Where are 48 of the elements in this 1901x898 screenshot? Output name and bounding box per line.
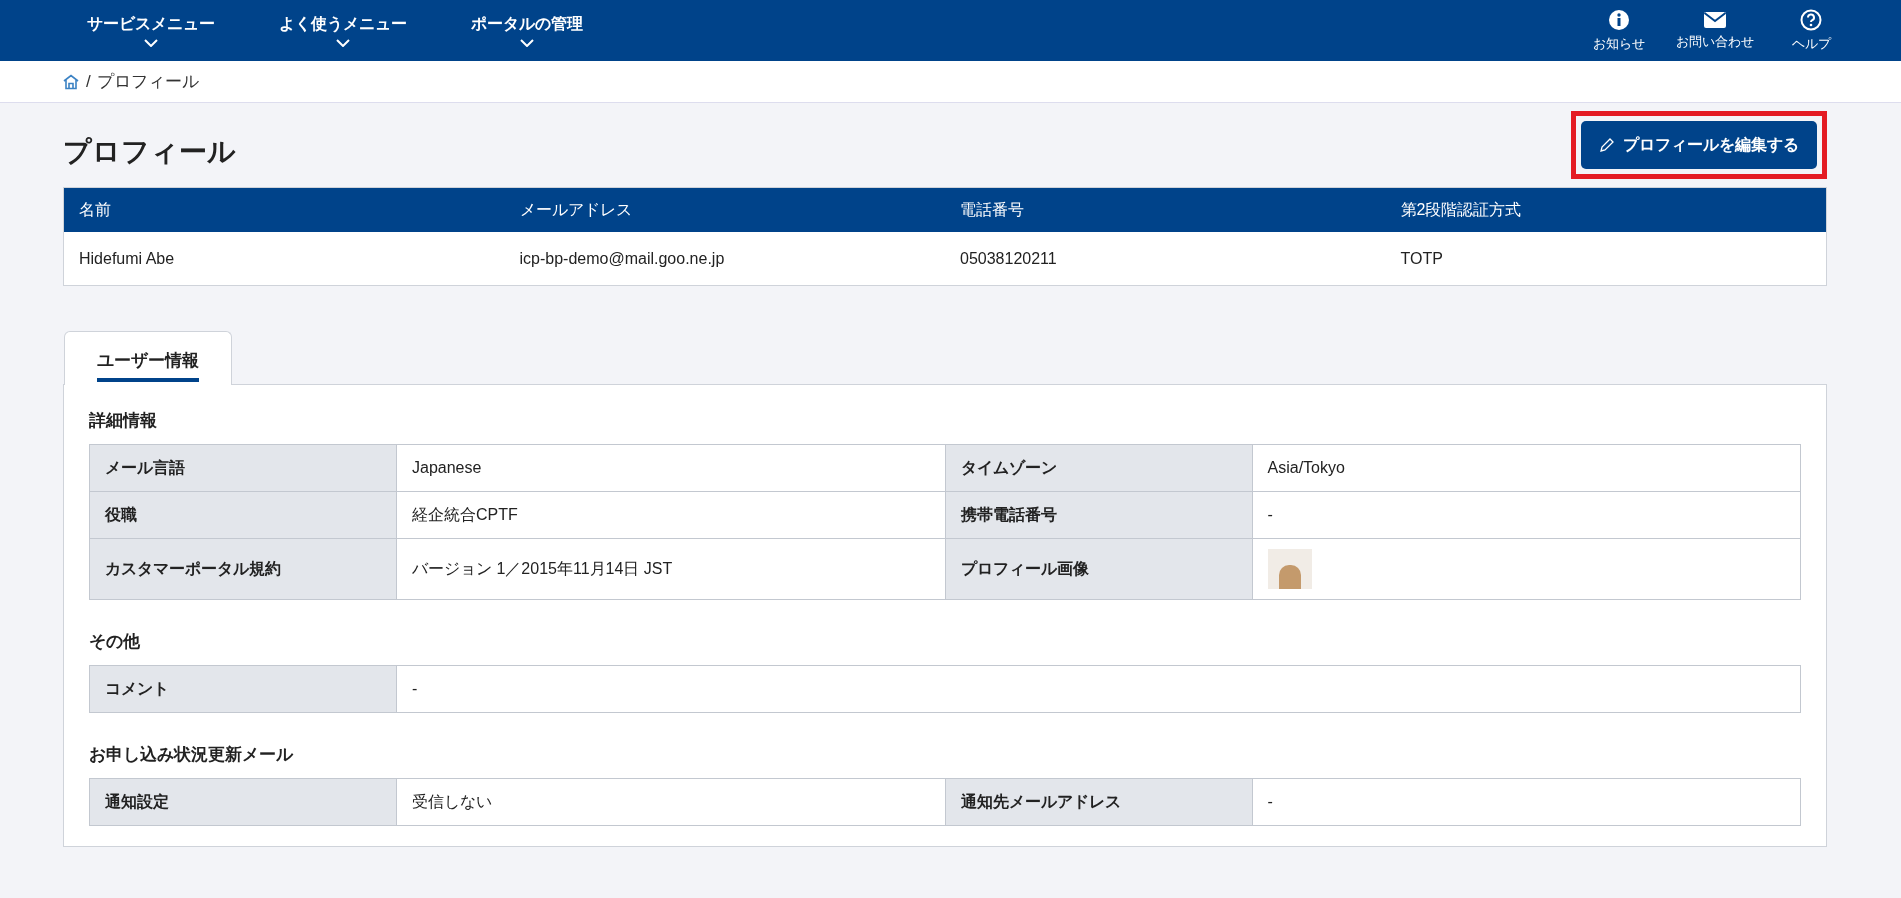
edit-profile-button[interactable]: プロフィールを編集する	[1581, 121, 1817, 169]
chevron-down-icon	[336, 39, 350, 47]
breadcrumb-current: プロフィール	[96, 71, 199, 93]
chevron-down-icon	[144, 39, 158, 47]
section-title: その他	[89, 631, 141, 653]
pencil-icon	[1599, 137, 1615, 153]
nav-utility-button[interactable]: お知らせ	[1584, 0, 1654, 61]
field-label: 携帯電話番号	[945, 491, 1252, 539]
tab[interactable]: ユーザー情報	[64, 331, 232, 385]
page-title: プロフィール	[63, 135, 236, 169]
field-label: カスタマーポータル規約	[89, 538, 397, 600]
field-label: 通知先メールアドレス	[945, 778, 1252, 826]
envelope-icon	[1703, 10, 1727, 29]
field-value: バージョン 1／2015年11月14日 JST	[396, 538, 945, 600]
table-cell-text: icp-bp-demo@mail.goo.ne.jp	[518, 249, 726, 268]
field-label: 通知設定	[89, 778, 397, 826]
section-title: 詳細情報	[89, 410, 158, 432]
nav-utility-button[interactable]: お問い合わせ	[1670, 0, 1760, 61]
photo-placeholder	[1267, 549, 1312, 589]
table-cell-text: TOTP	[1399, 249, 1444, 268]
column-header: 名前	[78, 199, 112, 220]
column-header: 第2段階認証方式	[1399, 199, 1523, 220]
nav-menu[interactable]: サービスメニュー	[75, 0, 227, 61]
field-label: コメント	[89, 665, 397, 713]
section-title: お申し込み状況更新メール	[89, 744, 295, 766]
field-value: -	[1252, 491, 1801, 539]
info-icon	[1608, 8, 1630, 31]
help-icon	[1800, 8, 1822, 31]
field-value: 受信しない	[396, 778, 945, 826]
table-cell-text: Hidefumi Abe	[78, 249, 176, 268]
field-label: タイムゾーン	[945, 444, 1252, 492]
column-header: メールアドレス	[518, 199, 633, 220]
field-value: Japanese	[396, 444, 945, 492]
field-label: メール言語	[89, 444, 397, 492]
field-value: 経企統合CPTF	[396, 491, 945, 539]
column-header: 電話番号	[959, 199, 1025, 220]
home-icon[interactable]	[62, 73, 80, 90]
field-value: -	[396, 665, 1801, 713]
nav-menu[interactable]: ポータルの管理	[459, 0, 595, 61]
field-label: 役職	[89, 491, 397, 539]
field-label: プロフィール画像	[945, 538, 1252, 600]
chevron-down-icon	[520, 39, 534, 47]
field-value: -	[1252, 778, 1801, 826]
breadcrumb-separator: /	[86, 71, 91, 92]
table-cell-text: 05038120211	[959, 249, 1058, 268]
nav-utility-button[interactable]: ヘルプ	[1776, 0, 1846, 61]
nav-menu[interactable]: よく使うメニュー	[267, 0, 419, 61]
field-value: Asia/Tokyo	[1252, 444, 1801, 492]
